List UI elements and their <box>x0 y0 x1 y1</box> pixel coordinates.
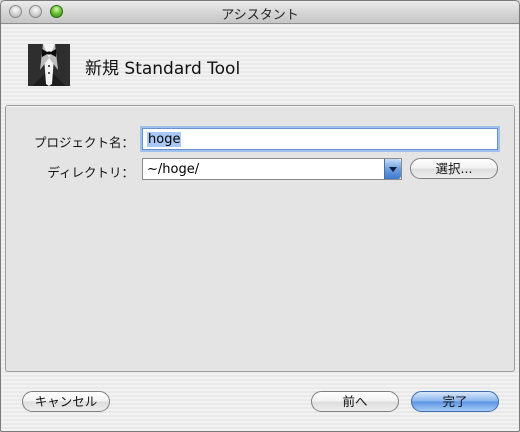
assistant-title: 新規 Standard Tool <box>85 59 241 79</box>
settings-panel: プロジェクト名： hoge ディレクトリ： ~/hoge/ 選択... <box>5 105 515 372</box>
title-bar: アシスタント <box>1 1 519 24</box>
back-button[interactable]: 前へ <box>311 391 399 412</box>
directory-label: ディレクトリ： <box>47 165 134 180</box>
assistant-window: アシスタント 新規 Standard Tool プロジェクト名： hoge ディ… <box>0 0 520 432</box>
chevron-down-icon[interactable] <box>384 159 401 179</box>
window-title: アシスタント <box>221 8 299 23</box>
finish-button[interactable]: 完了 <box>411 391 499 412</box>
assistant-header: 新規 Standard Tool <box>1 24 519 104</box>
project-name-label: プロジェクト名： <box>33 135 134 150</box>
tuxedo-icon <box>28 44 70 86</box>
directory-value: ~/hoge/ <box>147 162 200 177</box>
directory-combo-box[interactable]: ~/hoge/ <box>142 158 402 180</box>
project-name-value: hoge <box>147 132 182 147</box>
project-name-input[interactable]: hoge <box>142 128 498 150</box>
cancel-button[interactable]: キャンセル <box>22 391 110 412</box>
select-directory-button[interactable]: 選択... <box>410 158 498 179</box>
